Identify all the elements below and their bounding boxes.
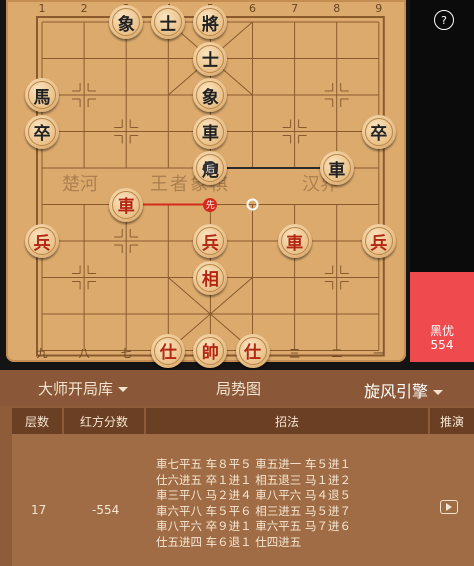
river-text-left: 楚河 (62, 174, 98, 195)
move-line: 仕六进五 卒１进１ 相五退三 马１进２ (156, 472, 351, 487)
move-line: 車八平六 卒９进１ 車六平五 马７进６ (156, 519, 351, 534)
red-chariot-piece[interactable]: 車 (109, 187, 144, 222)
file-number: 一 (373, 347, 385, 360)
black-soldier-piece[interactable]: 卒 (25, 114, 59, 149)
piece-label: 仕 (244, 343, 261, 363)
piece-label: 車 (117, 197, 135, 217)
col-header-simulate-label: 推演 (439, 414, 464, 429)
black-chariot-piece[interactable]: 車 (193, 114, 228, 149)
col-header-depth-label: 层数 (24, 414, 49, 429)
piece-label: 仕 (159, 343, 177, 363)
file-number: 七 (120, 347, 132, 360)
black-soldier-piece[interactable]: 卒 (361, 114, 396, 149)
black-advisor-piece[interactable]: 士 (193, 41, 228, 76)
piece-label: 士 (159, 14, 177, 35)
file-number: 八 (78, 347, 90, 360)
col-header-depth: 层数 (12, 408, 62, 434)
tab-opening-book[interactable]: 大师开局库 (38, 378, 129, 399)
red-elephant-piece[interactable]: 相 (193, 260, 228, 295)
red-soldier-piece[interactable]: 兵 (25, 224, 59, 258)
piece-label: 馬 (33, 87, 51, 108)
file-number: 2 (80, 2, 88, 15)
red-general-piece[interactable]: 帥 (193, 333, 228, 368)
eval-side: 黑优 (429, 324, 454, 338)
tab-situation-chart-label: 局势图 (216, 380, 262, 398)
red-chariot-piece[interactable]: 車 (277, 224, 312, 258)
file-number: 三 (289, 347, 301, 360)
col-header-moves-label: 招法 (274, 414, 299, 429)
evaluation-box: 黑优 554 (410, 272, 474, 362)
red-soldier-piece[interactable]: 兵 (361, 224, 396, 258)
piece-label: 士 (201, 51, 219, 71)
tab-engine[interactable]: 旋风引擎 (364, 378, 444, 402)
black-chariot-piece[interactable]: 車 (319, 151, 354, 185)
piece-label: 卒 (33, 124, 51, 144)
tab-situation-chart[interactable]: 局势图 (216, 378, 261, 399)
red-advisor-piece[interactable]: 仕 (151, 333, 186, 368)
chevron-down-icon (433, 390, 444, 395)
col-header-simulate: 推演 (430, 408, 474, 434)
piece-label: 相 (201, 270, 219, 290)
row-score: -554 (92, 503, 120, 517)
tab-engine-label: 旋风引擎 (364, 382, 429, 401)
move-marker-red: 先 (203, 197, 218, 212)
move-line: 車六平八 车５平６ 相三进五 马５进７ (156, 503, 351, 518)
help-icon[interactable]: ? (434, 10, 454, 30)
piece-label: 將 (201, 14, 219, 35)
file-number: 6 (249, 2, 256, 15)
piece-label: 兵 (33, 233, 51, 254)
file-number: 8 (333, 2, 341, 15)
col-header-moves: 招法 (146, 408, 428, 434)
eval-score: 554 (430, 338, 454, 352)
row-moves: 車七平五 车８平５ 車五进一 车５进１ 仕六进五 卒１进１ 相五退三 马１进２ … (156, 457, 426, 551)
chevron-down-icon (118, 387, 129, 392)
piece-label: 象 (201, 87, 219, 108)
piece-label: 車 (201, 124, 219, 144)
black-elephant-piece[interactable]: 象 (109, 5, 144, 39)
red-advisor-piece[interactable]: 仕 (235, 333, 270, 368)
move-line: 車三平八 马２进４ 車八平六 马４退５ (156, 488, 351, 503)
piece-label: 兵 (370, 233, 388, 254)
piece-label: 兵 (201, 233, 219, 254)
file-number: 二 (331, 347, 343, 360)
file-number: 九 (36, 347, 48, 360)
col-header-score-label: 红方分数 (79, 414, 128, 429)
piece-label: 車 (328, 160, 346, 181)
file-number: 9 (375, 2, 383, 15)
move-line: 車七平五 车８平５ 車五进一 车５进１ (156, 457, 351, 471)
row-depth: 17 (31, 503, 47, 517)
col-header-score: 红方分数 (64, 408, 144, 434)
file-number: 1 (38, 2, 46, 15)
piece-label: 車 (286, 233, 304, 254)
play-icon[interactable] (440, 500, 458, 514)
tab-bar: 大师开局库 局势图 旋风引擎 (0, 370, 474, 406)
piece-label: 帥 (201, 343, 219, 363)
black-horse-piece[interactable]: 馬 (25, 78, 59, 112)
file-number: 7 (291, 2, 299, 15)
help-label: ? (441, 13, 447, 27)
tab-opening-book-label: 大师开局库 (38, 380, 114, 398)
piece-label: 象 (117, 14, 135, 35)
move-line: 仕五进四 车６退１ 仕四进五 (156, 534, 302, 549)
piece-label: 卒 (370, 124, 388, 144)
